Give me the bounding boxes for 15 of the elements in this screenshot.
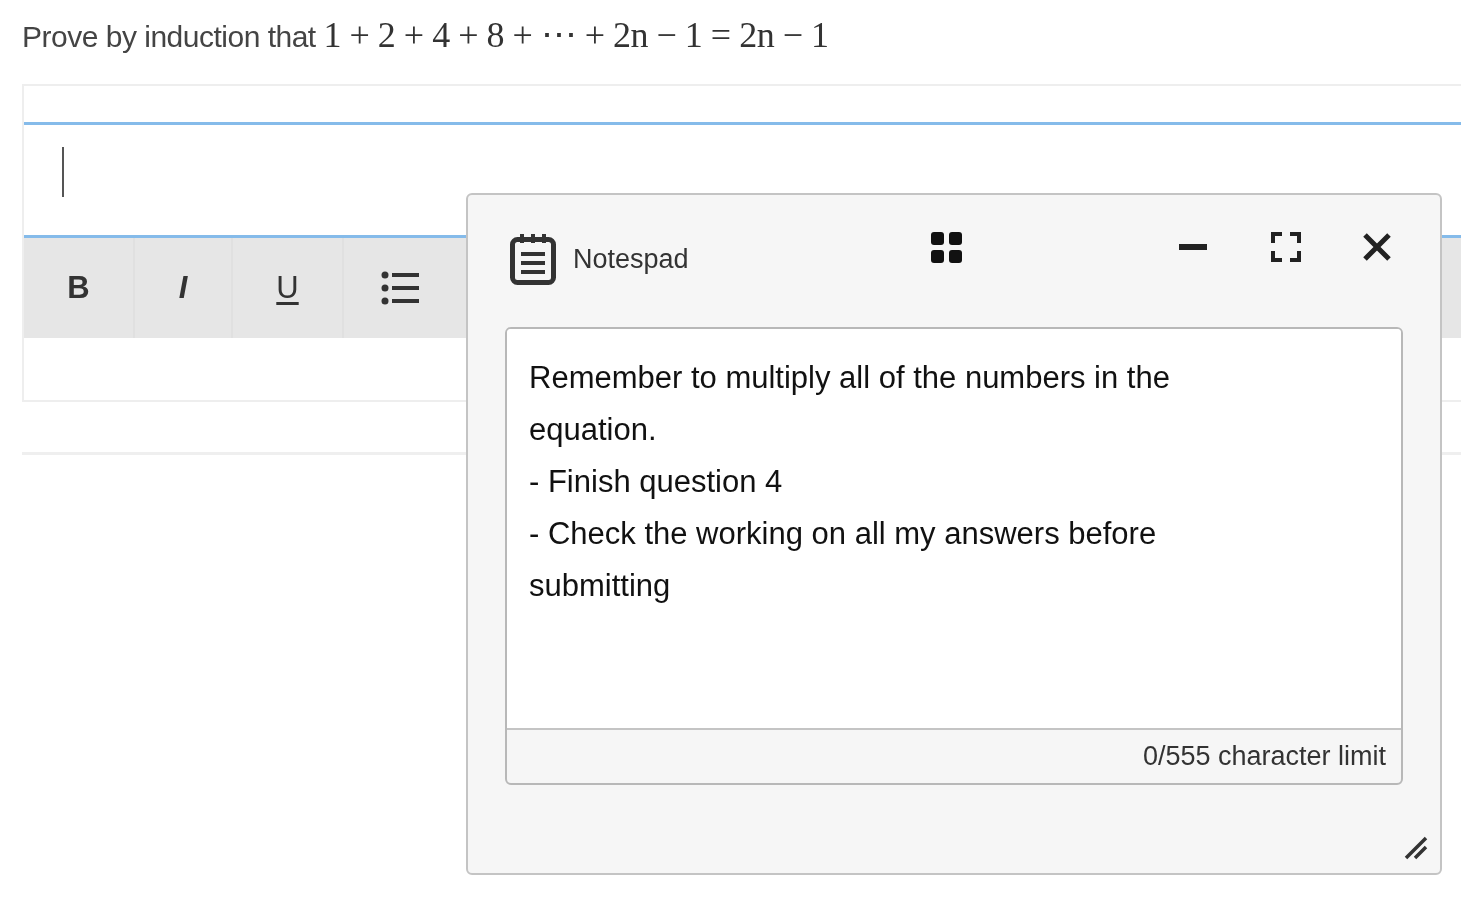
window-title: Notespad bbox=[573, 242, 689, 276]
maximize-icon[interactable] bbox=[1270, 232, 1301, 262]
italic-button[interactable]: I bbox=[135, 238, 233, 338]
underline-button[interactable]: U bbox=[233, 238, 344, 338]
notepad-icon bbox=[510, 233, 556, 285]
bullet-list-icon bbox=[380, 269, 419, 307]
text-cursor bbox=[62, 147, 64, 197]
bold-button[interactable]: B bbox=[24, 238, 135, 338]
resize-handle-icon[interactable] bbox=[1404, 836, 1428, 860]
close-icon[interactable] bbox=[1361, 232, 1392, 262]
question-text: Prove by induction that 1 + 2 + 4 + 8 + ⋯ + 2n − 1 = 2n − 1 bbox=[22, 14, 829, 56]
character-count: 0/555 character limit bbox=[1142, 740, 1386, 774]
notes-field[interactable]: Remember to multiply all of the numbers in the equation. - Finish question 4 - Check the working on all my answers before submitting bbox=[507, 329, 1401, 730]
drag-handle-icon[interactable] bbox=[930, 231, 962, 263]
minimize-icon[interactable] bbox=[1178, 244, 1207, 250]
